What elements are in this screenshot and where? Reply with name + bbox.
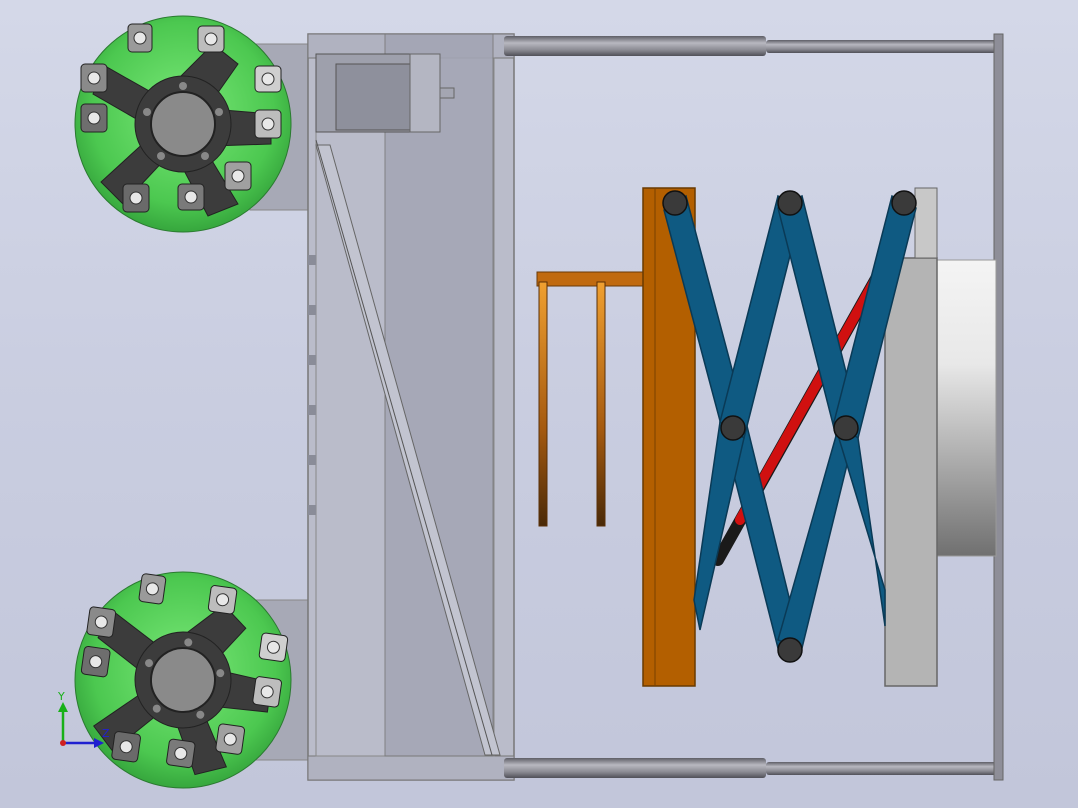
end-cylinder [935, 259, 997, 557]
cad-drawing[interactable]: Y Z [0, 0, 1078, 808]
mecanum-wheel-bottom [60, 557, 306, 803]
mecanum-wheel-top [74, 15, 292, 233]
bronze-bracket [536, 271, 648, 527]
main-frame [307, 33, 515, 781]
grey-plate [884, 257, 938, 687]
triad-z-label: Z [102, 727, 110, 740]
cad-viewport[interactable]: Y Z [0, 0, 1078, 808]
triad-y-label: Y [57, 690, 65, 703]
